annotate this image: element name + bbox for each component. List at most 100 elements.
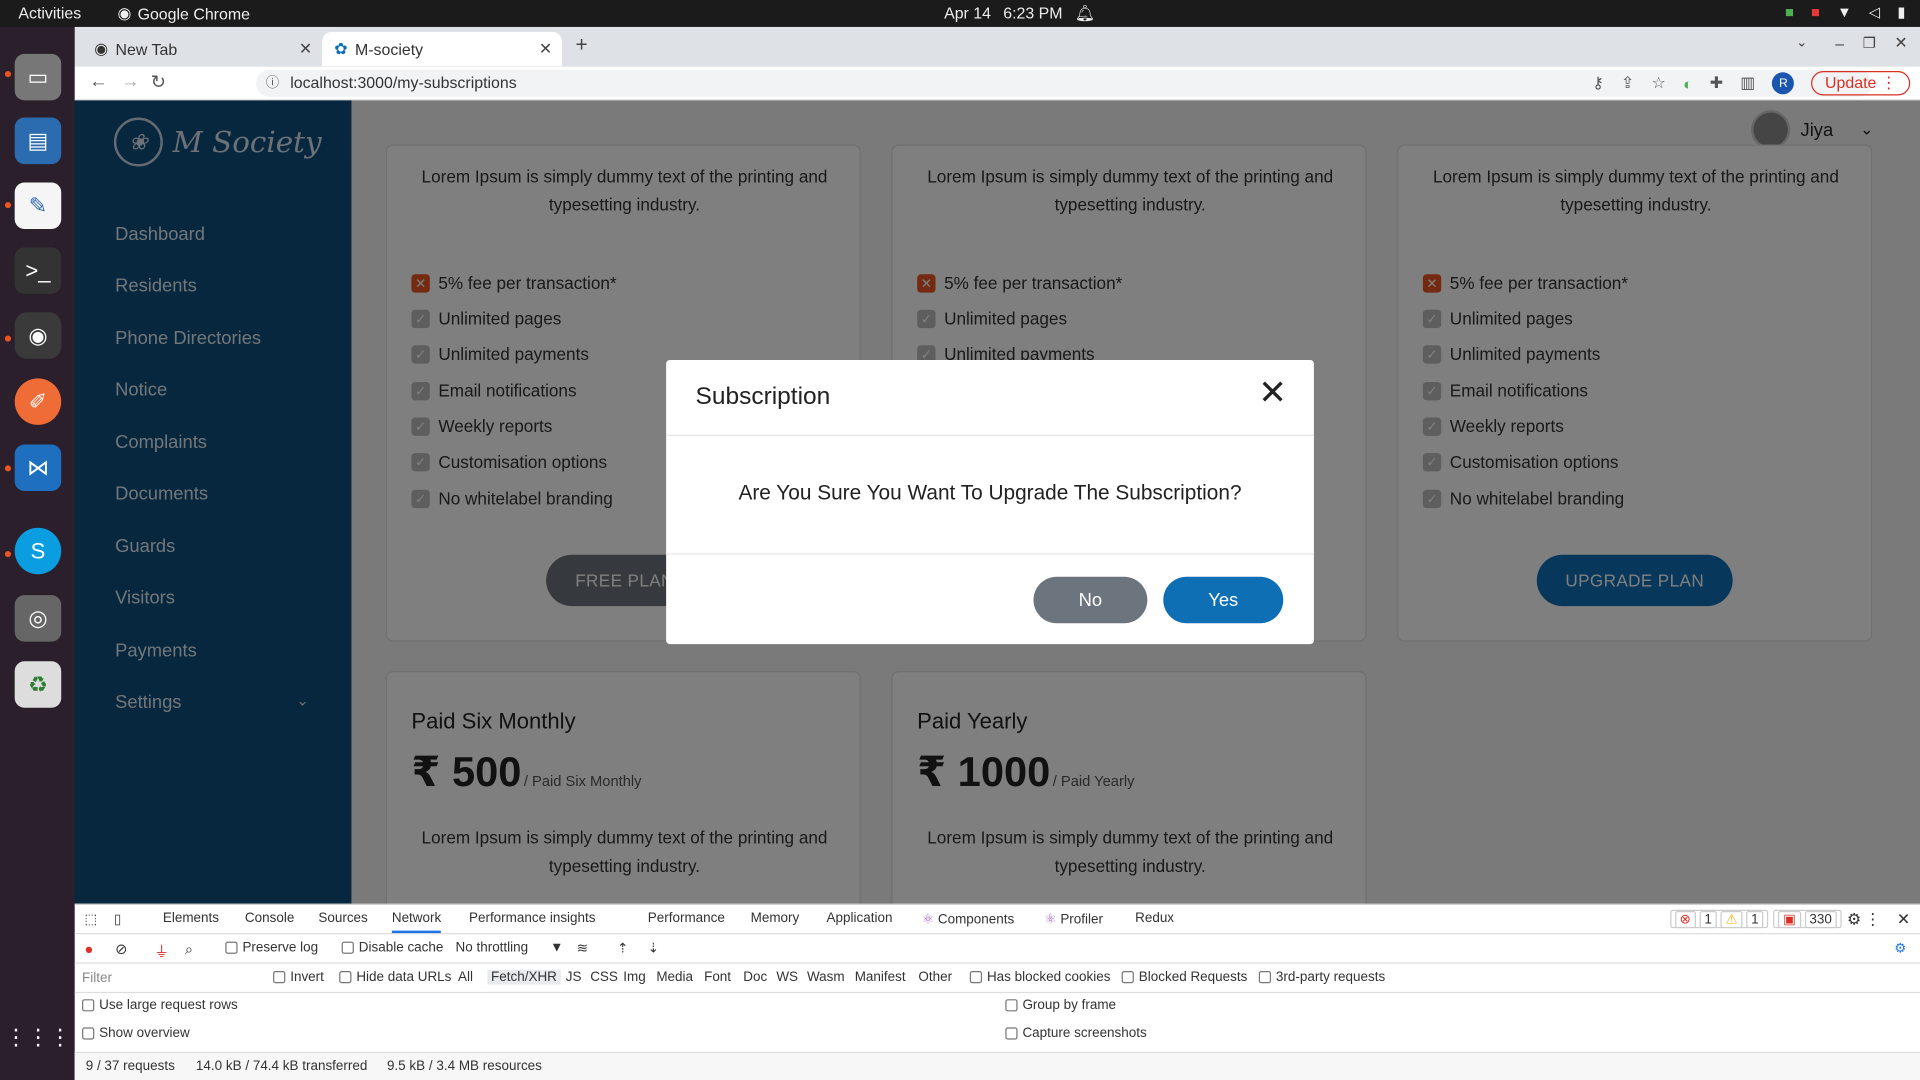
import-har-icon[interactable]: ⇡ [617,940,628,957]
extension-color-icon[interactable]: ◐ [1683,74,1693,92]
extensions-puzzle-icon[interactable]: ✚ [1710,73,1723,93]
type-filter-doc[interactable]: Doc [743,970,767,985]
tab-performance-insights[interactable]: Performance insights [469,911,596,926]
tab-components[interactable]: ⚛ Components [922,911,1014,927]
network-conditions-icon[interactable]: ≋ [577,940,588,957]
network-status-icon: ■ [1785,3,1794,21]
throttling-value: No throttling [455,940,529,956]
has-blocked-cookies-checkbox[interactable]: Has blocked cookies [969,970,1110,984]
type-filter-fetch-xhr[interactable]: Fetch/XHR [487,969,561,985]
search-icon[interactable]: ⌕ [185,940,193,958]
text-editor-icon[interactable]: ✎ [14,182,62,229]
type-filter-manifest[interactable]: Manifest [855,970,906,985]
record-icon[interactable]: ● [84,940,93,957]
type-filter-css[interactable]: CSS [590,970,618,985]
checkbox [225,941,238,954]
trash-icon[interactable]: ♻ [14,661,62,708]
type-filter-wasm[interactable]: Wasm [807,970,845,985]
vscode-icon[interactable]: ⋈ [14,444,62,492]
side-panel-icon[interactable]: ▥ [1740,73,1755,93]
chrome-icon: ◉ [117,3,132,23]
site-info-icon[interactable]: ⓘ [266,70,279,97]
large-rows-checkbox[interactable]: Use large request rows [82,998,238,1013]
back-arrow-icon[interactable]: ← [89,71,107,92]
files-icon[interactable]: ▭ [14,53,62,101]
active-app-menu[interactable]: ◉ Google Chrome [118,4,250,24]
disable-cache-checkbox[interactable]: Disable cache [341,940,443,955]
network-toolbar: ● ⊘ ⏚ ⌕ Preserve log Disable cache No th… [74,934,1920,964]
reload-icon[interactable]: ↻ [151,71,166,93]
disk-icon[interactable]: ◎ [14,595,62,642]
show-apps-icon[interactable]: ⋮⋮⋮ [5,1014,71,1061]
yes-button[interactable]: Yes [1163,576,1284,624]
throttling-select[interactable]: No throttling ▼ [456,940,564,955]
tab-application[interactable]: Application [827,911,893,926]
type-filter-img[interactable]: Img [623,970,645,985]
tab-m-society[interactable]: ✿ M-society ✕ [322,31,563,67]
skype-icon[interactable]: S [14,527,62,575]
type-filter-font[interactable]: Font [704,970,731,985]
capture-screenshots-checkbox[interactable]: Capture screenshots [1005,1026,1147,1041]
filter-input[interactable]: Filter [80,967,258,989]
system-tray[interactable]: ■ ■ ▼ ◁ ▮ [1785,4,1905,21]
network-settings-icon[interactable]: ⚙ [1894,940,1906,957]
close-tab-icon[interactable]: ✕ [539,39,552,59]
third-party-requests-checkbox[interactable]: 3rd-party requests [1258,970,1385,984]
settings-gear-icon[interactable]: ⚙ [1847,910,1861,930]
tab-label: Profiler [1060,912,1103,927]
tab-new-tab[interactable]: ◉ New Tab ✕ [82,32,322,66]
tab-sources[interactable]: Sources [318,911,367,926]
type-filter-js[interactable]: JS [566,970,582,985]
invert-checkbox[interactable]: Invert [273,970,324,984]
tab-console[interactable]: Console [245,911,294,926]
group-by-frame-checkbox[interactable]: Group by frame [1005,998,1116,1013]
inspect-element-icon[interactable]: ⬚ [84,911,97,927]
clear-icon[interactable]: ⊘ [115,940,127,957]
tab-elements[interactable]: Elements [163,911,219,926]
network-summary-bar: 9 / 37 requests 14.0 kB / 74.4 kB transf… [74,1051,1920,1080]
activities-button[interactable]: Activities [18,4,81,22]
clock[interactable]: Apr 14 6:23 PM 🔔︎ [944,4,1095,24]
terminal-icon[interactable]: >_ [14,247,62,294]
checkbox [341,941,354,954]
react-icon: ⚛ [1044,912,1061,927]
chrome-dock-icon[interactable]: ◉ [14,312,62,359]
filter-icon[interactable]: ⏚ [154,940,169,961]
tab-network[interactable]: Network [391,911,442,934]
minimize-icon[interactable]: – [1835,34,1844,52]
update-button[interactable]: Update ⋮ [1811,71,1911,96]
hide-data-urls-checkbox[interactable]: Hide data URLs [339,970,451,984]
share-icon[interactable]: ⇪ [1621,73,1634,93]
forward-arrow-icon[interactable]: → [121,71,139,92]
type-filter-media[interactable]: Media [656,970,693,985]
close-tab-icon[interactable]: ✕ [299,39,312,59]
os-top-bar: Activities ◉ Google Chrome Apr 14 6:23 P… [0,0,1920,27]
preserve-log-checkbox[interactable]: Preserve log [225,940,318,955]
blocked-requests-checkbox[interactable]: Blocked Requests [1121,970,1247,984]
postman-icon[interactable]: ✐ [14,378,62,425]
no-button[interactable]: No [1033,576,1148,624]
profile-avatar[interactable]: R [1772,72,1795,95]
type-filter-ws[interactable]: WS [776,970,798,985]
window-close-icon[interactable]: ✕ [1894,33,1907,53]
device-toolbar-icon[interactable]: ▯ [114,911,121,927]
tab-performance[interactable]: Performance [648,911,725,926]
type-filter-all[interactable]: All [458,970,473,985]
more-options-icon[interactable]: ⋮ [1865,910,1881,930]
tab-profiler[interactable]: ⚛ Profiler [1044,911,1102,927]
clock-time: 6:23 PM [1003,3,1063,23]
writer-icon[interactable]: ▤ [14,117,62,165]
devtools-issue-counts[interactable]: ⊗ 1 ⚠ 1 ▣ 330 [1669,909,1842,929]
maximize-icon[interactable]: ❐ [1863,34,1876,51]
new-tab-plus-icon[interactable]: + [576,33,588,57]
show-overview-checkbox[interactable]: Show overview [82,1026,190,1041]
tab-redux[interactable]: Redux [1135,911,1174,926]
type-filter-other[interactable]: Other [918,970,952,985]
tab-search-chevron-icon[interactable]: ⌄ [1796,34,1807,51]
key-icon[interactable]: ⚷ [1592,73,1604,93]
close-icon[interactable]: ✕ [1258,375,1287,410]
close-devtools-icon[interactable]: ✕ [1897,910,1910,930]
tab-memory[interactable]: Memory [751,911,800,926]
export-har-icon[interactable]: ⇣ [648,940,659,957]
bookmark-star-icon[interactable]: ☆ [1652,73,1666,93]
